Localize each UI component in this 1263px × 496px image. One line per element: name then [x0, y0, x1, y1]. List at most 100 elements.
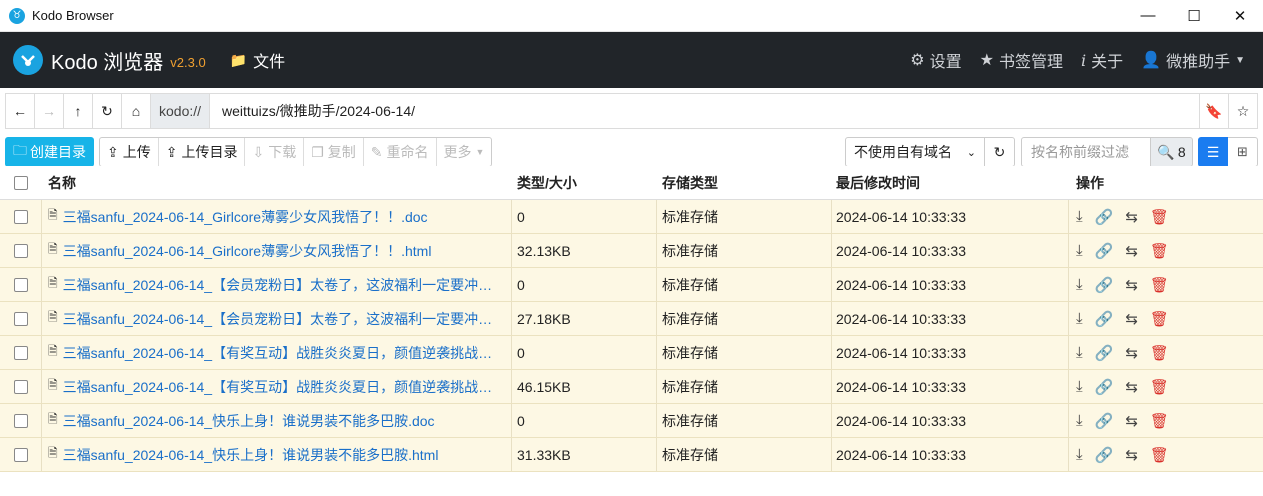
file-name-link[interactable]: 三福sanfu_2024-06-14_Girlcore薄雾少女风我悟了！！.do… [63, 207, 428, 227]
row-checkbox[interactable] [13, 345, 28, 360]
nav-settings[interactable]: ⚙ 设置 [910, 48, 961, 72]
nav-user-menu[interactable]: 👤 微推助手 ▼ [1141, 48, 1245, 72]
upload-button[interactable]: ⇪ 上传 [100, 138, 159, 166]
file-icon: 🗎 [48, 412, 58, 426]
rename-button[interactable]: ✎ 重命名 [364, 138, 437, 166]
file-size: 0 [512, 268, 657, 301]
create-dir-button[interactable]: 🗀 创建目录 [5, 137, 94, 167]
back-button[interactable]: ← [6, 94, 35, 128]
link-icon[interactable]: 🔗 [1095, 310, 1114, 328]
nav-files-link[interactable]: 📁 文件 [230, 48, 285, 72]
download-icon[interactable]: ⤓ [1076, 378, 1083, 395]
select-all-checkbox[interactable] [14, 175, 28, 190]
row-checkbox[interactable] [13, 243, 28, 258]
up-button[interactable]: ↑ [64, 94, 93, 128]
move-icon[interactable]: ⇆ [1125, 208, 1138, 226]
file-name-link[interactable]: 三福sanfu_2024-06-14_【有奖互动】战胜炎炎夏日，颜值逆袭挑战… [63, 377, 492, 397]
table-row[interactable]: 🗎 三福sanfu_2024-06-14_快乐上身！谁说男装不能多巴胺.html… [0, 438, 1263, 472]
table-row[interactable]: 🗎 三福sanfu_2024-06-14_【会员宠粉日】太卷了，这波福利一定要冲… [0, 268, 1263, 302]
reload-button[interactable]: ↻ [93, 94, 122, 128]
link-icon[interactable]: 🔗 [1095, 242, 1114, 260]
forward-button[interactable]: → [35, 94, 64, 128]
upload-label: 上传 [122, 144, 151, 160]
row-checkbox[interactable] [13, 311, 28, 326]
list-view-button[interactable]: ☰ [1198, 137, 1228, 167]
download-icon[interactable]: ⤓ [1076, 276, 1083, 293]
header-name[interactable]: 名称 [42, 166, 512, 199]
table-row[interactable]: 🗎 三福sanfu_2024-06-14_【有奖互动】战胜炎炎夏日，颜值逆袭挑战… [0, 370, 1263, 404]
domain-select[interactable]: 不使用自有域名 ⌄ [845, 137, 985, 167]
nav-settings-label: 设置 [929, 54, 962, 71]
link-icon[interactable]: 🔗 [1095, 344, 1114, 362]
download-icon[interactable]: ⤓ [1076, 412, 1083, 429]
minimize-button[interactable]: — [1125, 0, 1171, 32]
more-button[interactable]: 更多 ▼ [437, 138, 492, 166]
trash-icon[interactable]: 🗑 [1150, 310, 1169, 328]
link-icon[interactable]: 🔗 [1095, 208, 1114, 226]
app-logo-icon: ♉ [9, 7, 25, 24]
link-icon[interactable]: 🔗 [1095, 276, 1114, 294]
download-icon[interactable]: ⤓ [1076, 242, 1083, 259]
header-modified[interactable]: 最后修改时间 [832, 166, 1069, 199]
close-button[interactable]: ✕ [1217, 0, 1263, 32]
move-icon[interactable]: ⇆ [1125, 242, 1138, 260]
trash-icon[interactable]: 🗑 [1150, 446, 1169, 464]
download-icon[interactable]: ⤓ [1076, 208, 1083, 225]
file-table: 名称 类型/大小 存储类型 最后修改时间 操作 🗎 三福sanfu_2024-0… [0, 166, 1263, 472]
filter-search-button[interactable]: 🔍 8 [1151, 137, 1193, 167]
table-row[interactable]: 🗎 三福sanfu_2024-06-14_快乐上身！谁说男装不能多巴胺.doc … [0, 404, 1263, 438]
bookmark-button[interactable]: 🔖 [1199, 94, 1228, 128]
maximize-button[interactable]: ☐ [1171, 0, 1217, 32]
move-icon[interactable]: ⇆ [1125, 446, 1138, 464]
link-icon[interactable]: 🔗 [1095, 446, 1114, 464]
move-icon[interactable]: ⇆ [1125, 378, 1138, 396]
nav-about[interactable]: i 关于 [1081, 48, 1123, 72]
link-icon[interactable]: 🔗 [1095, 412, 1114, 430]
rename-label: 重命名 [386, 144, 429, 160]
trash-icon[interactable]: 🗑 [1150, 276, 1169, 294]
row-checkbox[interactable] [13, 277, 28, 292]
row-checkbox[interactable] [13, 379, 28, 394]
row-checkbox[interactable] [13, 447, 28, 462]
grid-view-button[interactable]: ⊞ [1228, 137, 1258, 167]
file-name-link[interactable]: 三福sanfu_2024-06-14_Girlcore薄雾少女风我悟了！！.ht… [63, 241, 432, 261]
move-icon[interactable]: ⇆ [1125, 344, 1138, 362]
move-icon[interactable]: ⇆ [1125, 276, 1138, 294]
header-storage[interactable]: 存储类型 [657, 166, 832, 199]
trash-icon[interactable]: 🗑 [1150, 344, 1169, 362]
trash-icon[interactable]: 🗑 [1150, 378, 1169, 396]
trash-icon[interactable]: 🗑 [1150, 208, 1169, 226]
move-icon[interactable]: ⇆ [1125, 412, 1138, 430]
download-button[interactable]: ⇩ 下载 [245, 138, 305, 166]
table-row[interactable]: 🗎 三福sanfu_2024-06-14_Girlcore薄雾少女风我悟了！！.… [0, 200, 1263, 234]
download-icon[interactable]: ⤓ [1076, 344, 1083, 361]
row-checkbox[interactable] [13, 209, 28, 224]
link-icon[interactable]: 🔗 [1095, 378, 1114, 396]
download-icon[interactable]: ⤓ [1076, 446, 1083, 463]
move-icon[interactable]: ⇆ [1125, 310, 1138, 328]
header-type-size[interactable]: 类型/大小 [512, 166, 657, 199]
trash-icon[interactable]: 🗑 [1150, 242, 1169, 260]
nav-bookmarks[interactable]: ★ 书签管理 [980, 48, 1063, 72]
favorite-button[interactable]: ☆ [1228, 94, 1257, 128]
domain-refresh-button[interactable]: ↻ [985, 137, 1015, 167]
home-button[interactable]: ⌂ [122, 94, 151, 128]
file-name-link[interactable]: 三福sanfu_2024-06-14_快乐上身！谁说男装不能多巴胺.html [63, 445, 439, 465]
trash-icon[interactable]: 🗑 [1150, 412, 1169, 430]
row-checkbox[interactable] [13, 413, 28, 428]
file-name-link[interactable]: 三福sanfu_2024-06-14_快乐上身！谁说男装不能多巴胺.doc [63, 411, 435, 431]
file-name-link[interactable]: 三福sanfu_2024-06-14_【会员宠粉日】太卷了，这波福利一定要冲… [63, 309, 492, 329]
file-name-link[interactable]: 三福sanfu_2024-06-14_【会员宠粉日】太卷了，这波福利一定要冲… [63, 275, 492, 295]
filter-input[interactable]: 按名称前缀过滤 [1021, 137, 1151, 167]
file-name-link[interactable]: 三福sanfu_2024-06-14_【有奖互动】战胜炎炎夏日，颜值逆袭挑战… [63, 343, 492, 363]
table-row[interactable]: 🗎 三福sanfu_2024-06-14_【会员宠粉日】太卷了，这波福利一定要冲… [0, 302, 1263, 336]
star-outline-icon: ☆ [1236, 102, 1250, 119]
copy-button[interactable]: ❐ 复制 [304, 138, 364, 166]
address-input[interactable] [210, 94, 1199, 128]
arrow-right-icon: → [42, 103, 56, 119]
download-icon[interactable]: ⤓ [1076, 310, 1083, 327]
upload-dir-button[interactable]: ⇪ 上传目录 [159, 138, 246, 166]
star-icon: ★ [979, 52, 994, 69]
table-row[interactable]: 🗎 三福sanfu_2024-06-14_【有奖互动】战胜炎炎夏日，颜值逆袭挑战… [0, 336, 1263, 370]
table-row[interactable]: 🗎 三福sanfu_2024-06-14_Girlcore薄雾少女风我悟了！！.… [0, 234, 1263, 268]
